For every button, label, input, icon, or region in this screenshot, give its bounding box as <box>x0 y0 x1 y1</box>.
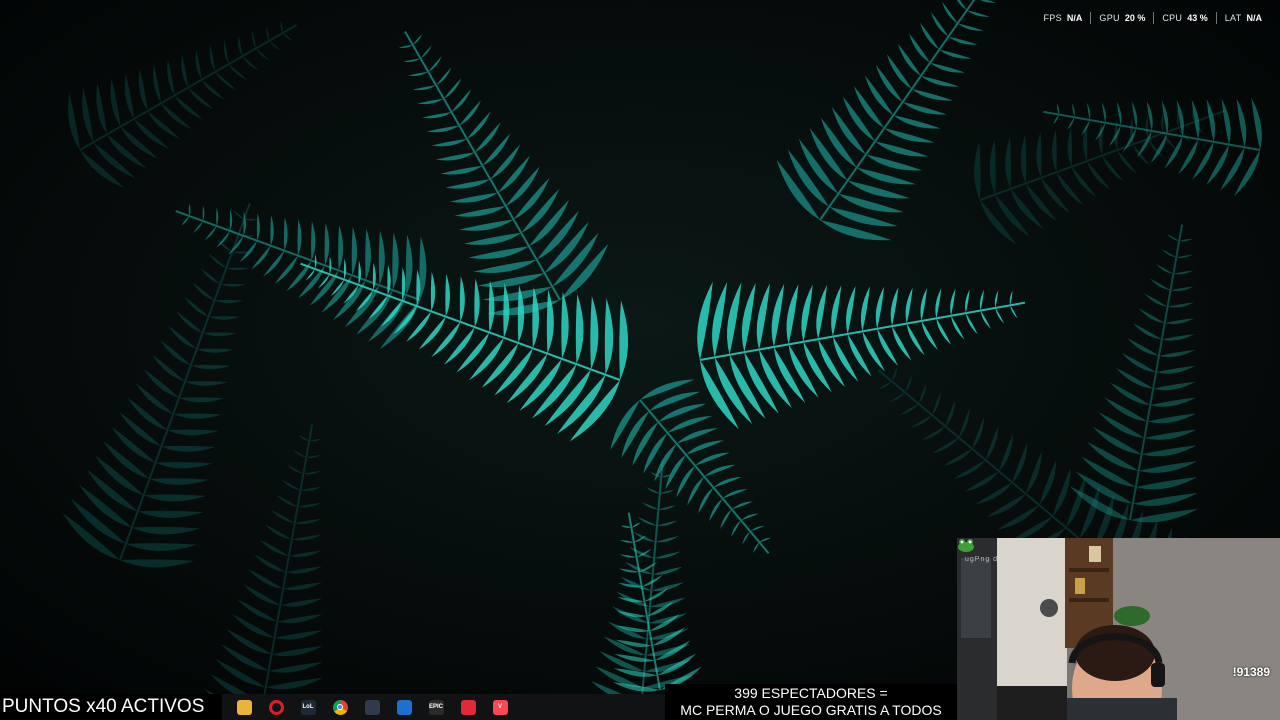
fps-stat: FPS N/A <box>1036 12 1091 24</box>
webcam-ticker-text: ugPng draw an app <box>965 556 1043 563</box>
latency-stat: LAT N/A <box>1215 12 1270 24</box>
league-legends-icon[interactable]: LoL <box>292 694 324 720</box>
webcam-scene <box>957 538 1280 720</box>
streamlabs-icon[interactable] <box>452 694 484 720</box>
cpu-label: CPU <box>1162 13 1183 23</box>
opera-icon-glyph <box>268 699 284 715</box>
viewers-banner: 399 ESPECTADORES = MC PERMA O JUEGO GRAT… <box>665 684 957 720</box>
performance-overlay: FPS N/A GPU 20 % CPU 43 % LAT N/A <box>1036 9 1271 27</box>
viewers-goal-text: MC PERMA O JUEGO GRATIS A TODOS <box>680 702 942 718</box>
taskbar: LoL EPIC V <box>222 694 665 720</box>
file-explorer-icon[interactable] <box>228 694 260 720</box>
valorant-icon-glyph: V <box>492 699 508 715</box>
webcam-feed: ugPng draw an app !91389 <box>957 538 1280 720</box>
epic-games-icon-glyph: EPIC <box>428 699 444 715</box>
fps-label: FPS <box>1043 13 1062 23</box>
chrome-icon[interactable] <box>324 694 356 720</box>
league-legends-icon-glyph: LoL <box>300 699 316 715</box>
visual-studio-code-icon[interactable] <box>388 694 420 720</box>
epic-games-icon[interactable]: EPIC <box>420 694 452 720</box>
points-banner: PUNTOS x40 ACTIVOS <box>0 694 222 720</box>
cpu-value: 43 % <box>1187 13 1208 23</box>
chrome-icon-glyph <box>332 699 348 715</box>
gpu-value: 20 % <box>1124 13 1146 23</box>
opera-icon[interactable] <box>260 694 292 720</box>
points-banner-text: PUNTOS x40 ACTIVOS <box>2 696 205 717</box>
latency-value: N/A <box>1246 13 1263 23</box>
gpu-label: GPU <box>1099 13 1120 23</box>
gpu-stat: GPU 20 % <box>1090 12 1153 24</box>
streamlabs-icon-glyph <box>460 699 476 715</box>
fps-value: N/A <box>1066 13 1083 23</box>
cpu-stat: CPU 43 % <box>1153 12 1215 24</box>
windows-app-icon-glyph <box>364 699 380 715</box>
webcam-counter: !91389 <box>1232 665 1270 679</box>
file-explorer-icon-glyph <box>236 699 252 715</box>
viewers-count-text: 399 ESPECTADORES = <box>734 685 888 701</box>
frog-emote-icon <box>958 539 974 552</box>
windows-app-icon[interactable] <box>356 694 388 720</box>
latency-label: LAT <box>1224 13 1242 23</box>
visual-studio-code-icon-glyph <box>396 699 412 715</box>
valorant-icon[interactable]: V <box>484 694 516 720</box>
